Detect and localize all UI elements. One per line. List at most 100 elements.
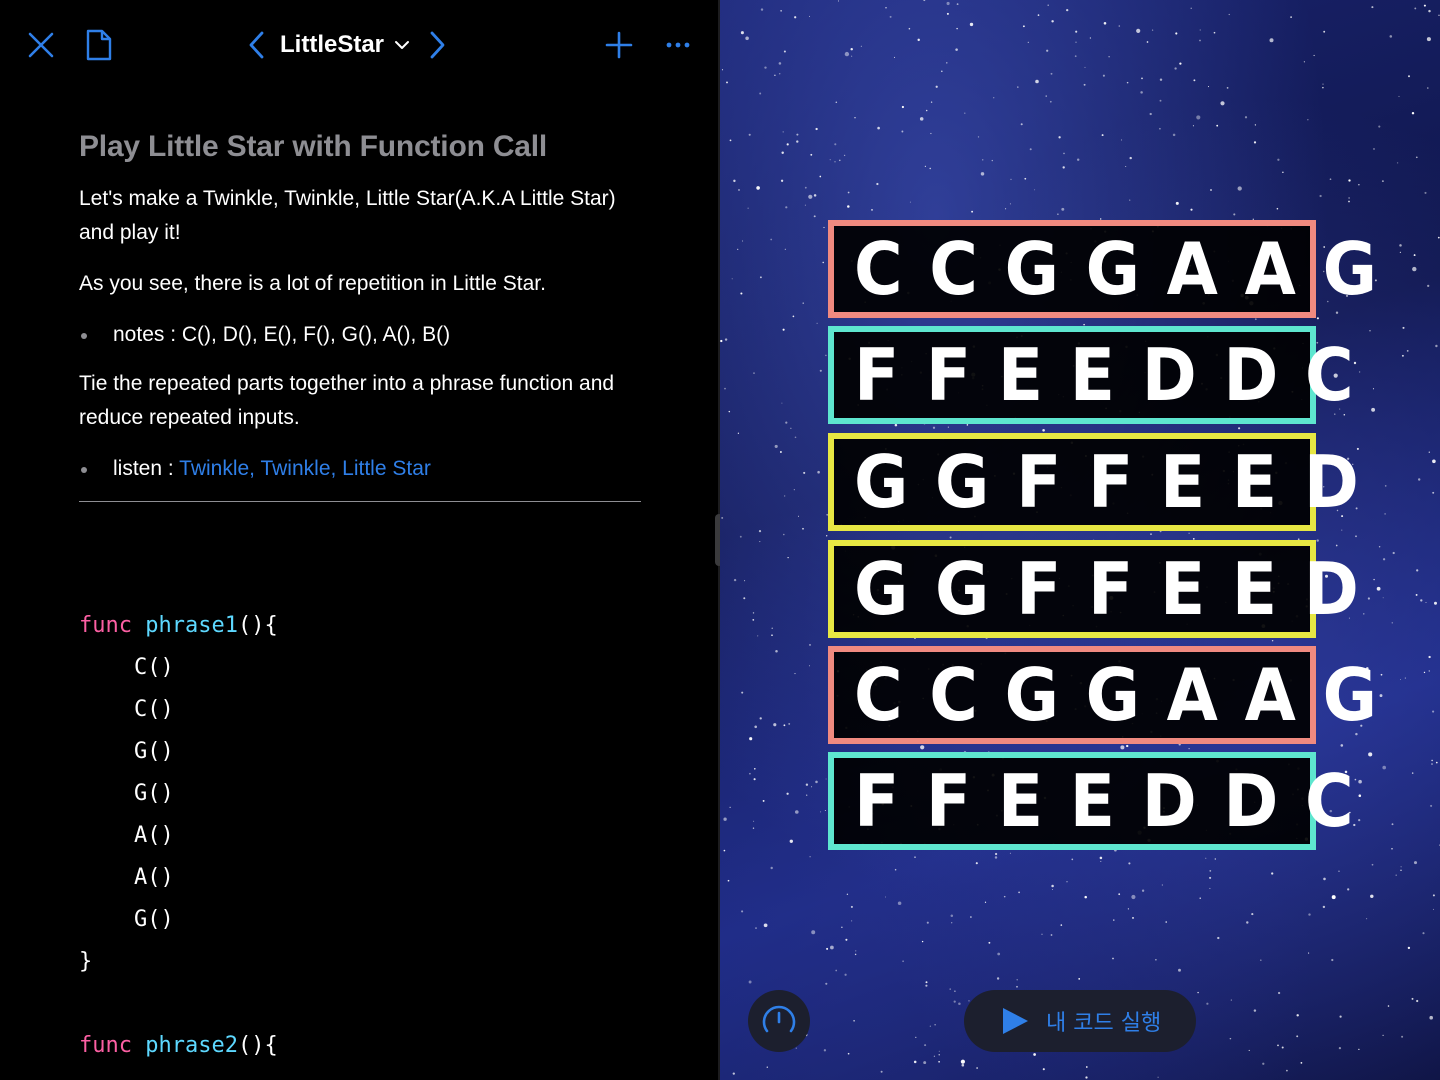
star: [759, 541, 761, 543]
star: [1085, 1066, 1088, 1068]
star: [914, 856, 916, 858]
star: [1238, 427, 1241, 430]
star: [926, 921, 929, 924]
star: [949, 536, 952, 539]
star: [805, 783, 809, 786]
code-line-call[interactable]: A(): [79, 857, 278, 899]
star: [1005, 208, 1007, 210]
star: [1083, 83, 1086, 86]
star: [724, 338, 728, 341]
star: [819, 175, 822, 178]
star: [1066, 881, 1068, 883]
star: [774, 74, 776, 77]
star: [956, 3, 959, 5]
tie-paragraph: Tie the repeated parts together into a p…: [79, 372, 615, 429]
star: [1391, 847, 1393, 850]
star: [1290, 16, 1292, 18]
star: [1323, 30, 1326, 33]
star: [1316, 317, 1319, 320]
star: [1416, 569, 1419, 572]
star: [980, 172, 985, 176]
star: [935, 85, 938, 88]
star: [813, 194, 817, 197]
star: [759, 717, 762, 720]
code-line-call[interactable]: C(): [79, 647, 278, 689]
star: [1020, 123, 1023, 126]
star: [1269, 38, 1274, 43]
star: [1209, 876, 1212, 879]
document-button[interactable]: [76, 22, 122, 68]
star: [756, 186, 760, 190]
star: [1207, 86, 1210, 88]
close-button[interactable]: [18, 22, 64, 68]
note-row-text: GGFFEED: [854, 547, 1386, 631]
previous-page-button[interactable]: [248, 30, 266, 60]
note-row-text: GGFFEED: [854, 440, 1386, 524]
star: [1150, 533, 1152, 535]
add-button[interactable]: [596, 22, 642, 68]
star: [784, 248, 786, 250]
star: [854, 117, 856, 119]
star: [1228, 13, 1230, 16]
star: [1033, 1053, 1036, 1056]
star: [1296, 1014, 1299, 1017]
star: [1423, 4, 1426, 7]
listen-link[interactable]: Twinkle, Twinkle, Little Star: [179, 457, 431, 480]
run-code-button[interactable]: 내 코드 실행: [964, 990, 1196, 1052]
star: [1303, 61, 1305, 63]
star: [1331, 895, 1336, 900]
code-line-call[interactable]: C(): [79, 689, 278, 731]
star: [813, 215, 816, 218]
star: [971, 210, 974, 213]
star: [1428, 451, 1430, 453]
star: [1282, 171, 1284, 174]
star: [1210, 189, 1212, 191]
code-line-call[interactable]: G(): [79, 773, 278, 815]
star: [1358, 1048, 1360, 1051]
function-name: phrase2: [145, 1033, 238, 1058]
star: [919, 117, 924, 121]
star: [921, 940, 924, 943]
star: [1159, 99, 1162, 102]
page-navigator: LittleStar: [248, 22, 446, 68]
star: [1193, 79, 1196, 82]
star: [847, 1052, 850, 1055]
star: [1075, 41, 1077, 43]
star: [1408, 75, 1410, 78]
star: [794, 16, 797, 19]
star: [780, 10, 782, 12]
page-title[interactable]: LittleStar: [280, 31, 384, 59]
star: [1141, 889, 1145, 892]
star: [1058, 136, 1061, 139]
star: [819, 369, 822, 372]
star: [1401, 354, 1404, 357]
star: [1022, 25, 1025, 28]
note-row-text: CCGGAAG: [854, 653, 1404, 737]
divider-line: [79, 501, 641, 502]
star: [908, 27, 911, 30]
code-line-func-phrase1[interactable]: func phrase1(){: [79, 605, 278, 647]
code-line-func-phrase2[interactable]: func phrase2(){: [79, 1025, 278, 1067]
code-line-call[interactable]: G(): [79, 731, 278, 773]
star: [917, 38, 920, 42]
keyword: func: [79, 613, 132, 638]
code-line-call[interactable]: G(): [79, 899, 278, 941]
next-page-button[interactable]: [428, 30, 446, 60]
more-button[interactable]: [655, 22, 701, 68]
star: [1308, 952, 1310, 954]
code-line-call[interactable]: A(): [79, 815, 278, 857]
page-menu-button[interactable]: [394, 40, 410, 50]
speed-button[interactable]: [748, 990, 810, 1052]
star: [1395, 874, 1397, 876]
star: [1253, 1009, 1257, 1012]
star: [934, 1024, 936, 1026]
code-editor[interactable]: func phrase1(){ C() C() G() G() A() A() …: [79, 605, 278, 1067]
star: [1413, 861, 1418, 865]
star: [956, 27, 958, 30]
star: [938, 1060, 940, 1063]
star: [1300, 1062, 1303, 1064]
code-line-close-brace[interactable]: }: [79, 941, 278, 983]
star: [930, 101, 933, 103]
star: [1226, 87, 1229, 89]
code-line-blank[interactable]: [79, 983, 278, 1025]
